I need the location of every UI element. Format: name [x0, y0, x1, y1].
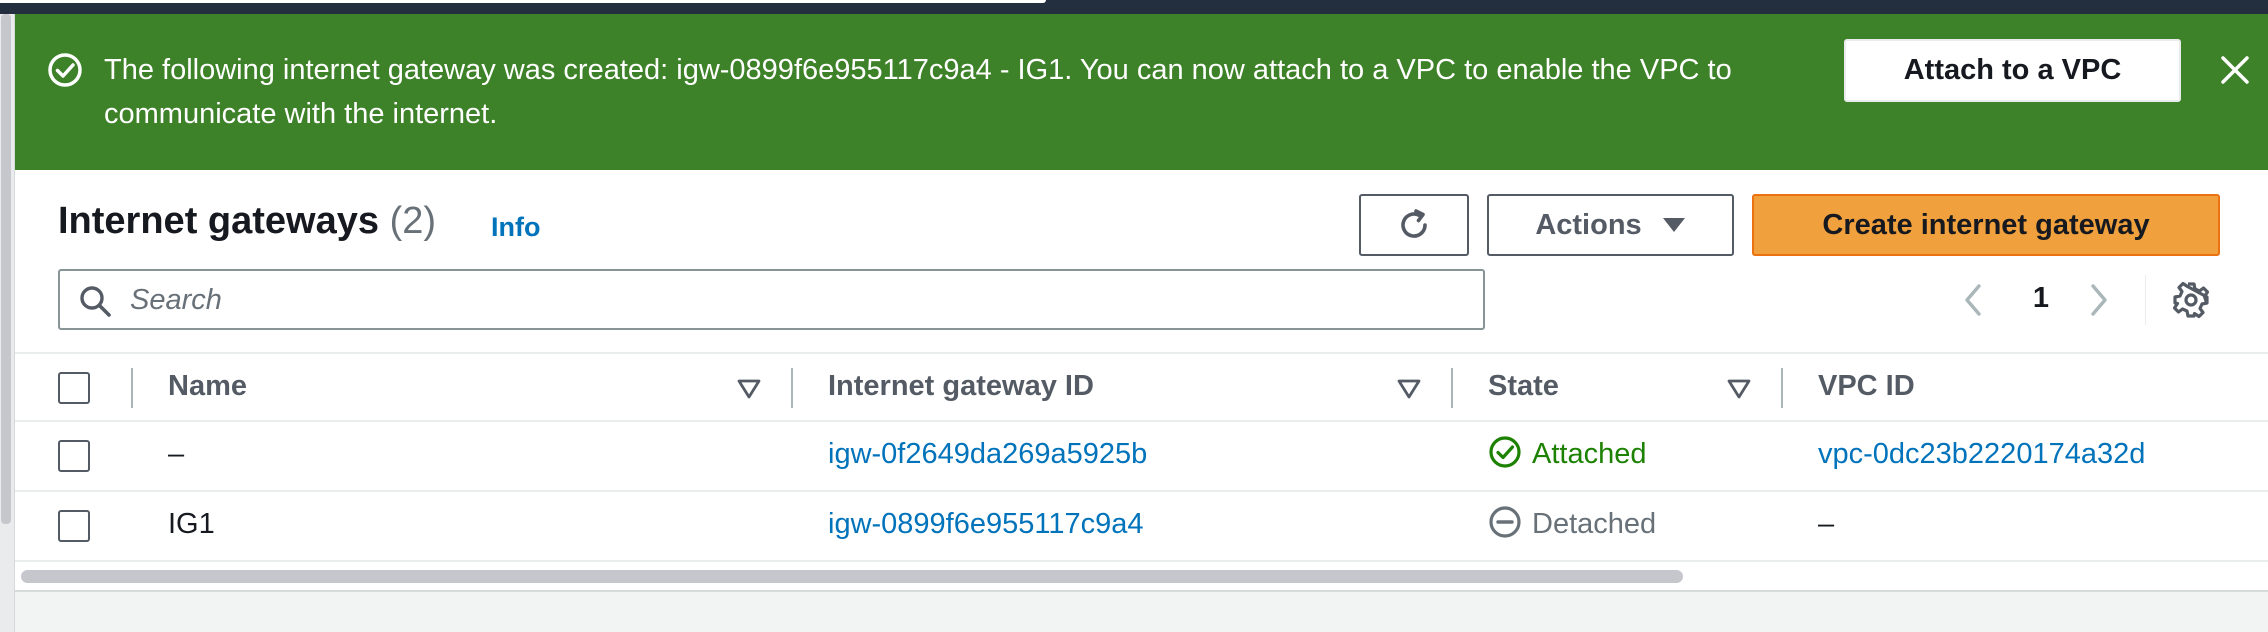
page-title-text: Internet gateways [58, 200, 379, 242]
success-flash-banner: The following internet gateway was creat… [15, 14, 2268, 170]
flash-message: The following internet gateway was creat… [104, 54, 1732, 130]
table-row[interactable]: IG1 igw-0899f6e955117c9a4 Detached – [15, 492, 2268, 562]
pager-divider [2145, 275, 2146, 325]
actions-dropdown-button[interactable]: Actions [1487, 194, 1734, 256]
status-success-icon [1489, 436, 1521, 468]
chevron-right-icon[interactable] [2081, 280, 2117, 320]
horizontal-scrollbar[interactable] [15, 566, 2268, 590]
cell-vpc-id: – [1818, 508, 1835, 540]
sort-caret-icon[interactable] [736, 376, 762, 402]
column-header-name[interactable]: Name [168, 370, 247, 403]
cell-name: – [168, 438, 185, 470]
cell-state: Detached [1488, 506, 1657, 542]
cell-gateway-id-link[interactable]: igw-0f2649da269a5925b [828, 438, 1147, 471]
search-input[interactable] [130, 279, 1470, 321]
status-stopped-icon [1489, 506, 1521, 538]
top-nav-strip [0, 0, 2268, 14]
page-title: Internet gateways (2) [58, 200, 436, 243]
refresh-icon [1401, 209, 1427, 238]
actions-label: Actions [1535, 208, 1642, 241]
caret-down-icon [1662, 218, 1685, 232]
chevron-left-icon[interactable] [1955, 280, 1991, 320]
row-checkbox[interactable] [58, 510, 90, 542]
sort-caret-icon[interactable] [1396, 376, 1422, 402]
horizontal-scrollbar-thumb[interactable] [21, 570, 1683, 583]
state-label: Attached [1532, 438, 1647, 470]
table-row[interactable]: – igw-0f2649da269a5925b Attached vpc-0dc… [15, 422, 2268, 492]
resource-count: (2) [389, 200, 437, 242]
column-divider[interactable] [1451, 368, 1453, 408]
info-link[interactable]: Info [491, 212, 540, 243]
internet-gateways-panel: Internet gateways (2) Info Actions Creat… [15, 170, 2268, 592]
current-page-number[interactable]: 1 [2021, 282, 2061, 318]
search-icon [80, 286, 111, 317]
sort-caret-icon[interactable] [1726, 376, 1752, 402]
cell-gateway-id-link[interactable]: igw-0899f6e955117c9a4 [828, 508, 1144, 541]
cell-name: IG1 [168, 508, 215, 540]
row-checkbox[interactable] [58, 440, 90, 472]
cell-vpc-id-link[interactable]: vpc-0dc23b2220174a32d [1818, 438, 2145, 471]
left-scrollbar-thumb[interactable] [1, 14, 11, 524]
attach-to-vpc-button[interactable]: Attach to a VPC [1844, 39, 2181, 102]
column-header-gateway-id[interactable]: Internet gateway ID [828, 370, 1094, 403]
check-circle-icon [48, 53, 82, 87]
top-search-stub [0, 0, 1046, 3]
bottom-background [15, 594, 2268, 632]
left-scrollbar[interactable] [0, 14, 15, 632]
search-field[interactable] [58, 269, 1485, 330]
create-internet-gateway-button[interactable]: Create internet gateway [1752, 194, 2220, 256]
close-icon[interactable] [2217, 52, 2253, 88]
table-header-row: Name Internet gateway ID State VPC ID [15, 352, 2268, 422]
column-header-state[interactable]: State [1488, 370, 1559, 403]
state-label: Detached [1532, 508, 1657, 540]
column-divider [131, 368, 133, 408]
refresh-button[interactable] [1359, 194, 1469, 256]
column-divider[interactable] [1781, 368, 1783, 408]
column-header-vpc-id[interactable]: VPC ID [1818, 370, 1915, 403]
column-divider[interactable] [791, 368, 793, 408]
cell-state: Attached [1488, 436, 1647, 472]
select-all-checkbox[interactable] [58, 372, 90, 404]
gear-icon[interactable] [2172, 281, 2210, 319]
